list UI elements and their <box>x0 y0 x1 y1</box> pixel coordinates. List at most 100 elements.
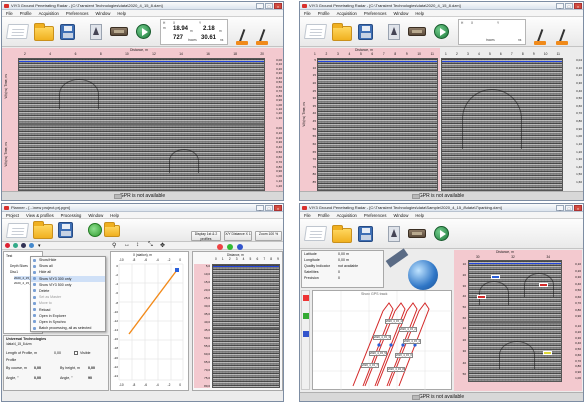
save-icon[interactable] <box>60 24 75 40</box>
gpr-device-icon[interactable] <box>110 27 128 36</box>
profile-marker[interactable] <box>175 268 179 272</box>
menu-profile[interactable]: Profile <box>318 212 330 218</box>
menu-window[interactable]: Window <box>88 212 103 218</box>
target-marker[interactable] <box>543 351 552 355</box>
record-icon[interactable] <box>21 243 26 248</box>
menu-project[interactable]: Project <box>6 212 19 218</box>
menu-window[interactable]: Window <box>393 212 408 218</box>
minimize-button[interactable]: _ <box>556 3 564 9</box>
upload-icon[interactable] <box>388 24 400 40</box>
menu-help[interactable]: Help <box>415 212 424 218</box>
zoom-button[interactable]: Zoom 100 % <box>255 231 282 241</box>
antenna-icon[interactable] <box>236 29 248 45</box>
tool-icon[interactable] <box>303 313 309 319</box>
menu-help[interactable]: Help <box>110 212 119 218</box>
marker-blue-icon[interactable] <box>237 244 243 250</box>
open-folder-icon[interactable] <box>332 23 352 41</box>
antenna-icon[interactable] <box>256 29 268 45</box>
open-folder-icon[interactable] <box>332 225 352 243</box>
menu-acquisition[interactable]: Acquisition <box>337 212 357 218</box>
close-button[interactable]: × <box>274 3 282 9</box>
upload-icon[interactable] <box>90 24 102 40</box>
by-height-value[interactable]: 0,00 <box>88 366 95 370</box>
minimize-button[interactable]: _ <box>256 205 264 211</box>
minimize-button[interactable]: _ <box>556 205 564 211</box>
open-folder-icon[interactable] <box>33 221 53 239</box>
zoom-icon[interactable]: ⚲ <box>112 242 116 249</box>
menu-view-profiles[interactable]: View & profiles <box>26 212 54 218</box>
angle-x-value[interactable]: 0,00 <box>34 376 41 380</box>
tool-icon[interactable] <box>303 295 309 301</box>
menu-preferences[interactable]: Preferences <box>364 10 387 16</box>
tree-root[interactable]: Test <box>6 254 12 258</box>
menu-preferences[interactable]: Preferences <box>66 10 89 16</box>
radargram[interactable] <box>18 58 265 191</box>
radargram[interactable] <box>468 260 562 382</box>
stop-icon[interactable] <box>5 243 10 248</box>
move-icon[interactable]: ✥ <box>160 242 165 249</box>
menu-file[interactable]: File <box>304 212 311 218</box>
tool-icon[interactable] <box>303 331 309 337</box>
target-marker[interactable] <box>477 295 486 299</box>
display-profiles-button[interactable]: Display 1st & 2 profiles <box>191 231 221 241</box>
save-icon[interactable] <box>358 226 373 242</box>
new-file-icon[interactable] <box>303 24 328 39</box>
tree-item[interactable]: Disc1 <box>10 270 18 274</box>
menu-profile[interactable]: Profile <box>318 10 330 16</box>
new-file-icon[interactable] <box>5 24 30 39</box>
plan-view[interactable]: X (station), m -10 -8 -6 -4 -2 0 0 -2 -4 -6 -8 -10… <box>110 251 189 391</box>
marker-green-icon[interactable] <box>227 244 233 250</box>
radargram-right[interactable] <box>441 58 563 191</box>
visible-checkbox[interactable] <box>74 351 78 355</box>
start-acquisition-icon[interactable] <box>136 24 151 39</box>
new-project-icon[interactable] <box>5 223 30 238</box>
maximize-button[interactable]: □ <box>565 3 573 9</box>
save-icon[interactable] <box>358 24 373 40</box>
menu-help[interactable]: Help <box>117 10 126 16</box>
menu-file[interactable]: File <box>304 10 311 16</box>
gpr-device-icon[interactable] <box>408 229 426 238</box>
menu-help[interactable]: Help <box>415 10 424 16</box>
close-button[interactable]: × <box>574 3 582 9</box>
by-course-value[interactable]: 0,00 <box>34 366 41 370</box>
close-button[interactable]: × <box>574 205 582 211</box>
minimize-button[interactable]: _ <box>256 3 264 9</box>
upload-icon[interactable] <box>388 226 400 242</box>
check-icon[interactable] <box>13 243 18 248</box>
antenna-icon[interactable] <box>556 29 568 45</box>
resize-icon[interactable]: ⤡ <box>148 242 153 249</box>
menu-file[interactable]: File <box>6 10 13 16</box>
target-marker[interactable] <box>491 275 500 279</box>
antenna-icon[interactable] <box>534 29 546 45</box>
menu-profile[interactable]: Profile <box>20 10 32 16</box>
angle-value[interactable]: 90 <box>88 376 92 380</box>
chevron-down-icon[interactable]: ▾ <box>38 243 41 249</box>
marker-red-icon[interactable] <box>217 244 223 250</box>
tree-item[interactable]: Depth Slices <box>10 264 28 268</box>
menu-window[interactable]: Window <box>95 10 110 16</box>
close-button[interactable]: × <box>274 205 282 211</box>
mini-radargram[interactable] <box>212 264 280 388</box>
menu-item-batch-processing[interactable]: Batch processing, all as selected <box>31 325 105 331</box>
arrow-horizontal-icon[interactable]: ↔ <box>124 242 130 248</box>
start-acquisition-icon[interactable] <box>434 226 449 241</box>
target-marker[interactable] <box>539 283 548 287</box>
open-profile-icon[interactable] <box>104 222 120 237</box>
globe-icon[interactable] <box>29 243 34 248</box>
new-file-icon[interactable] <box>303 226 328 241</box>
maximize-button[interactable]: □ <box>265 3 273 9</box>
add-icon[interactable] <box>88 223 102 237</box>
menu-window[interactable]: Window <box>393 10 408 16</box>
open-folder-icon[interactable] <box>34 23 54 41</box>
menu-acquisition[interactable]: Acquisition <box>337 10 357 16</box>
gps-track-view[interactable]: Show GPS track 2020_4_15_1 2020_4_15_2 2… <box>312 290 453 391</box>
menu-acquisition[interactable]: Acquisition <box>39 10 59 16</box>
start-acquisition-icon[interactable] <box>434 24 449 39</box>
save-icon[interactable] <box>58 222 73 238</box>
maximize-button[interactable]: □ <box>265 205 273 211</box>
menu-processing[interactable]: Processing <box>61 212 82 218</box>
radargram-left[interactable] <box>317 58 438 191</box>
arrow-vertical-icon[interactable]: ↕ <box>136 242 139 248</box>
gpr-device-icon[interactable] <box>408 27 426 36</box>
xy-distance-button[interactable]: X/Y Distance X 1 <box>224 231 252 241</box>
